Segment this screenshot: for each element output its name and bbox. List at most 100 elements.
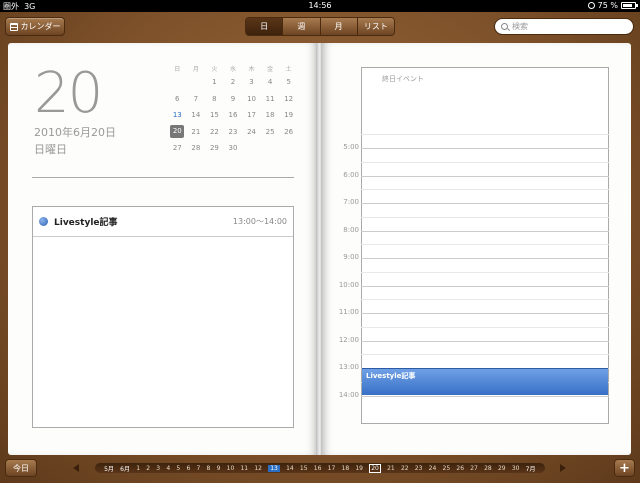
- strip-day[interactable]: 3: [156, 465, 160, 472]
- mini-calendar-day-label: 22: [209, 127, 219, 136]
- mini-calendar-day[interactable]: 26: [279, 124, 298, 141]
- strip-day[interactable]: 12: [254, 465, 262, 472]
- hour-label: 10:00: [338, 280, 359, 289]
- weekday-label: 日曜日: [34, 143, 67, 156]
- mini-calendar-day[interactable]: 12: [279, 91, 298, 108]
- mini-calendar-day-label: 28: [191, 144, 201, 153]
- search-icon: [501, 23, 508, 30]
- mini-calendar-day[interactable]: 9: [224, 91, 243, 108]
- weekday-header: 月: [192, 65, 199, 73]
- strip-day[interactable]: 6月: [120, 464, 130, 473]
- mini-calendar-day[interactable]: 30: [224, 140, 243, 157]
- strip-day[interactable]: 2: [146, 465, 150, 472]
- mini-calendar-day[interactable]: 8: [205, 91, 224, 108]
- mini-calendar-day[interactable]: 17: [242, 107, 261, 124]
- hour-line: [361, 203, 609, 204]
- view-segmented-control: 日 週 月 リスト: [245, 17, 395, 36]
- strip-day[interactable]: 30: [512, 465, 520, 472]
- mini-calendar-day[interactable]: 27: [168, 140, 187, 157]
- strip-day[interactable]: 7月: [526, 464, 536, 473]
- mini-calendar-day[interactable]: 22: [205, 124, 224, 141]
- strip-day[interactable]: 18: [342, 465, 350, 472]
- event-block[interactable]: Livestyle記事: [362, 368, 608, 395]
- mini-calendar-day[interactable]: 19: [279, 107, 298, 124]
- mini-calendar-day[interactable]: 15: [205, 107, 224, 124]
- strip-day[interactable]: 25: [443, 465, 451, 472]
- tab-day[interactable]: 日: [246, 18, 284, 35]
- strip-day[interactable]: 6: [186, 465, 190, 472]
- previous-arrow-icon[interactable]: [73, 464, 79, 472]
- mini-calendar-day[interactable]: 4: [261, 74, 280, 91]
- event-title: Livestyle記事: [54, 218, 118, 228]
- mini-calendar-day-label: 15: [209, 111, 219, 120]
- calendars-button[interactable]: カレンダー: [5, 17, 65, 36]
- mini-calendar-day-label: 13: [172, 111, 182, 120]
- event-item[interactable]: Livestyle記事 13:00～14:00: [33, 207, 293, 237]
- hour-label: 5:00: [343, 143, 359, 151]
- strip-day[interactable]: 28: [484, 465, 492, 472]
- today-button[interactable]: 今日: [5, 459, 37, 477]
- mini-calendar-day[interactable]: 28: [187, 140, 206, 157]
- strip-day[interactable]: 7: [196, 465, 200, 472]
- strip-day[interactable]: 16: [314, 465, 322, 472]
- mini-calendar-day-label: 20: [170, 125, 185, 139]
- hour-grid[interactable]: 5:00 6:00 7:00 8:00 9:00 10:00 11:00 12:00 13:00…: [321, 119, 631, 424]
- mini-calendar-day[interactable]: 29: [205, 140, 224, 157]
- event-list: Livestyle記事 13:00～14:00: [32, 206, 294, 428]
- search-placeholder: 検索: [512, 22, 528, 31]
- strip-day[interactable]: 9: [217, 465, 221, 472]
- strip-day[interactable]: 5: [176, 465, 180, 472]
- strip-day[interactable]: 11: [240, 465, 248, 472]
- strip-day[interactable]: 27: [470, 465, 478, 472]
- mini-calendar-day[interactable]: 7: [187, 91, 206, 108]
- strip-day[interactable]: 8: [207, 465, 211, 472]
- mini-calendar-day[interactable]: 23: [224, 124, 243, 141]
- add-event-button[interactable]: +: [614, 459, 635, 477]
- strip-day[interactable]: 5月: [104, 464, 114, 473]
- strip-day[interactable]: 17: [328, 465, 336, 472]
- mini-calendar-day[interactable]: 21: [187, 124, 206, 141]
- half-hour-line: [361, 354, 609, 356]
- next-arrow-icon[interactable]: [560, 464, 566, 472]
- strip-day[interactable]: 21: [387, 465, 395, 472]
- day-navigation-strip[interactable]: 5月 6月 1 2 3 4 5 6 7 8 9 10 11 12 13 14 15 16 17 18 19 20 21 22 2…: [95, 463, 545, 473]
- mini-calendar-day-label: 21: [191, 127, 201, 136]
- tab-list[interactable]: リスト: [357, 18, 394, 35]
- search-input[interactable]: 検索: [494, 18, 634, 35]
- strip-day[interactable]: 26: [456, 465, 464, 472]
- strip-day[interactable]: 13: [268, 464, 280, 472]
- strip-day[interactable]: 20: [369, 463, 381, 473]
- strip-day[interactable]: 22: [401, 465, 409, 472]
- strip-day[interactable]: 15: [300, 465, 308, 472]
- mini-calendar-day[interactable]: 1: [205, 74, 224, 91]
- strip-day[interactable]: 14: [286, 465, 294, 472]
- strip-day[interactable]: 29: [498, 465, 506, 472]
- mini-calendar-day[interactable]: 2: [224, 74, 243, 91]
- mini-calendar-day[interactable]: 3: [242, 74, 261, 91]
- mini-calendar-day[interactable]: 18: [261, 107, 280, 124]
- mini-calendar-day[interactable]: 14: [187, 107, 206, 124]
- mini-calendar-day[interactable]: 10: [242, 91, 261, 108]
- mini-calendar-day[interactable]: 11: [261, 91, 280, 108]
- mini-calendar-day[interactable]: 16: [224, 107, 243, 124]
- strip-day[interactable]: 23: [415, 465, 423, 472]
- hour-line: [361, 175, 609, 177]
- mini-calendar-day[interactable]: 20: [168, 124, 187, 141]
- mini-calendar-day-label: 26: [284, 127, 294, 136]
- mini-calendar-day[interactable]: 25: [261, 124, 280, 141]
- mini-calendar-day[interactable]: 24: [242, 124, 261, 141]
- all-day-area[interactable]: 終日イベント: [361, 67, 609, 121]
- strip-day[interactable]: 4: [166, 465, 170, 472]
- strip-day[interactable]: 1: [136, 465, 140, 472]
- strip-day[interactable]: 19: [355, 465, 363, 472]
- tab-month[interactable]: 月: [320, 18, 358, 35]
- mini-calendar-week: 1 2 3 4 5: [168, 74, 298, 91]
- left-page: 20 2010年6月20日 日曜日 日 月 火 水 木 金 土 12345678…: [8, 43, 318, 455]
- mini-calendar-day[interactable]: 5: [279, 74, 298, 91]
- mini-calendar-day-label: 19: [284, 111, 294, 120]
- mini-calendar-day[interactable]: 6: [168, 91, 187, 108]
- strip-day[interactable]: 10: [227, 465, 235, 472]
- tab-week[interactable]: 週: [283, 18, 321, 35]
- mini-calendar-day[interactable]: 13: [168, 107, 187, 124]
- strip-day[interactable]: 24: [429, 465, 437, 472]
